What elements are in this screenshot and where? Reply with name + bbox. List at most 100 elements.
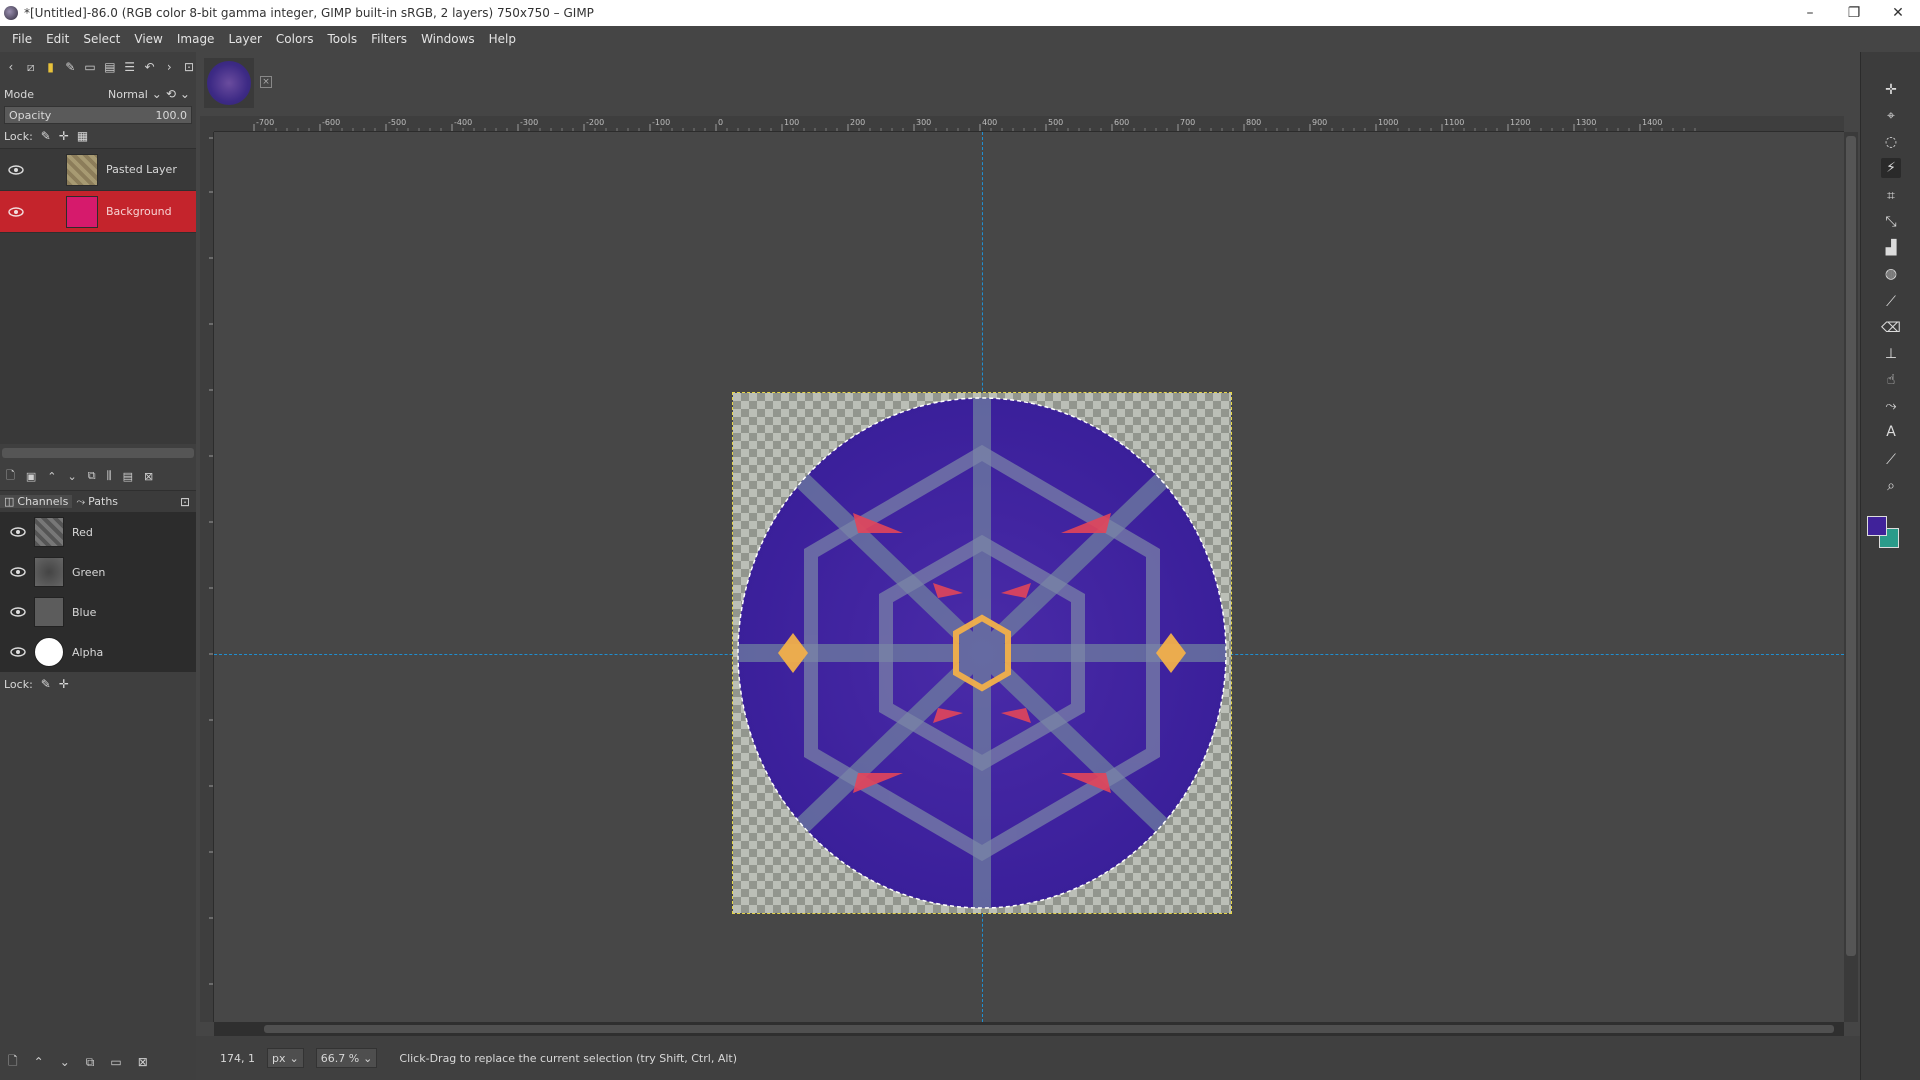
ruler-corner[interactable] [200, 116, 214, 132]
eye-icon[interactable] [8, 605, 28, 619]
text-icon[interactable]: A [1881, 422, 1901, 442]
menu-edit[interactable]: Edit [39, 32, 76, 46]
raise-layer-icon[interactable]: ⌃ [47, 470, 56, 483]
eraser-icon[interactable]: ⌫ [1881, 318, 1901, 338]
paint-tab-icon[interactable]: ✎ [63, 60, 77, 74]
patterns-tab-icon[interactable]: ▭ [83, 60, 97, 74]
channel-row-alpha[interactable]: Alpha [0, 632, 196, 672]
dock-menu-icon[interactable]: ⊡ [180, 495, 190, 509]
ruler-label: 1400 [1642, 118, 1662, 127]
mask-layer-icon[interactable]: ▤ [123, 470, 133, 483]
paintbrush-icon[interactable]: ⟋ [1881, 292, 1901, 312]
menu-layer[interactable]: Layer [221, 32, 268, 46]
channel-thumbnail [34, 597, 64, 627]
title-bar: *[Untitled]-86.0 (RGB color 8-bit gamma … [0, 0, 1920, 26]
crop-icon[interactable]: ⌗ [1881, 186, 1901, 206]
undo-history-tab-icon[interactable]: ↶ [143, 60, 157, 74]
image-layer[interactable] [732, 392, 1232, 914]
lower-layer-icon[interactable]: ⌄ [67, 470, 76, 483]
minimize-button[interactable]: – [1788, 0, 1832, 26]
color-picker-icon[interactable]: ⟋ [1881, 450, 1901, 470]
image-tab-thumbnail[interactable] [204, 58, 254, 108]
menu-help[interactable]: Help [482, 32, 523, 46]
vertical-scrollbar[interactable] [1844, 132, 1858, 1022]
align-icon[interactable]: ⌖ [1881, 106, 1901, 126]
opacity-label: Opacity [9, 108, 52, 122]
eye-icon[interactable] [8, 525, 28, 539]
delete-channel-icon[interactable]: ⊠ [138, 1055, 148, 1069]
menu-tools[interactable]: Tools [321, 32, 365, 46]
warp-icon[interactable]: ▟ [1881, 238, 1901, 258]
layer-thumbnail [66, 153, 98, 186]
duplicate-channel-icon[interactable]: ⧉ [86, 1055, 95, 1070]
eye-icon[interactable] [6, 205, 26, 219]
menu-colors[interactable]: Colors [269, 32, 321, 46]
merge-layer-icon[interactable]: ⫼ [107, 469, 112, 483]
close-button[interactable]: ✕ [1876, 0, 1920, 26]
smudge-icon[interactable]: ☝ [1881, 370, 1901, 390]
menu-select[interactable]: Select [76, 32, 127, 46]
close-icon[interactable]: × [260, 76, 272, 88]
new-group-icon[interactable]: ▣ [26, 470, 36, 483]
ruler-label: 800 [1246, 118, 1261, 127]
lock-alpha-icon[interactable]: ▦ [77, 129, 88, 143]
dock-menu-icon[interactable]: ⊡ [182, 60, 196, 74]
mode-reset-icon[interactable]: ⟲ [166, 87, 176, 101]
lower-channel-icon[interactable]: ⌄ [60, 1055, 70, 1069]
lock-pixels-icon[interactable]: ✎ [41, 677, 51, 691]
layers-scrollbar[interactable] [2, 448, 194, 458]
menu-file[interactable]: File [5, 32, 39, 46]
brushes-tab-icon[interactable]: ▮ [44, 60, 58, 74]
maximize-button[interactable]: ❐ [1832, 0, 1876, 26]
layers-tab-icon[interactable]: ☰ [123, 60, 137, 74]
vertical-ruler[interactable] [200, 132, 214, 1022]
bucket-fill-icon[interactable]: ◍ [1881, 264, 1901, 284]
delete-layer-icon[interactable]: ⊠ [144, 470, 153, 483]
lasso-icon[interactable]: ◌ [1881, 132, 1901, 152]
eye-icon[interactable] [6, 163, 26, 177]
paths-icon[interactable]: ⤳ [1881, 396, 1901, 416]
tool-options-tab-icon[interactable]: ⧄ [24, 60, 38, 74]
menu-image[interactable]: Image [170, 32, 222, 46]
channel-to-selection-icon[interactable]: ▭ [110, 1055, 121, 1069]
layer-row-background[interactable]: Background [0, 191, 196, 233]
eye-icon[interactable] [8, 645, 28, 659]
lock-position-icon[interactable]: ✛ [59, 677, 69, 691]
lock-position-icon[interactable]: ✛ [59, 129, 69, 143]
duplicate-layer-icon[interactable]: ⧉ [88, 469, 96, 483]
zoom-icon[interactable]: ⌕ [1881, 476, 1901, 496]
opacity-slider[interactable]: Opacity 100.0 [4, 106, 192, 124]
channel-row-red[interactable]: Red [0, 512, 196, 552]
fonts-tab-icon[interactable]: ▤ [103, 60, 117, 74]
horizontal-ruler[interactable]: -700 -600 -500 -400 -300 -200 -100 0 100 200 300 40… [214, 116, 1844, 132]
new-channel-icon[interactable]: 🗋 [8, 1052, 18, 1073]
image-canvas[interactable] [214, 132, 1844, 1022]
zoom-select[interactable]: 66.7 % ⌄ [315, 1048, 378, 1068]
chevron-right-icon[interactable]: › [162, 60, 176, 74]
menu-windows[interactable]: Windows [414, 32, 482, 46]
channel-row-green[interactable]: Green [0, 552, 196, 592]
tab-paths[interactable]: ⤳ Paths [72, 495, 122, 509]
channel-row-blue[interactable]: Blue [0, 592, 196, 632]
new-layer-icon[interactable]: 🗋 [6, 467, 15, 486]
layer-row-pasted[interactable]: Pasted Layer [0, 149, 196, 191]
menu-filters[interactable]: Filters [364, 32, 414, 46]
left-dock: ‹ ⧄ ▮ ✎ ▭ ▤ ☰ ↶ › ⊡ Mode Normal ⌄ ⟲ ⌄ Op… [0, 52, 196, 1080]
eye-icon[interactable] [8, 565, 28, 579]
tab-channels[interactable]: ◫ Channels [0, 495, 73, 508]
horizontal-scrollbar[interactable] [214, 1022, 1844, 1036]
transform-icon[interactable]: ⤡ [1881, 212, 1901, 232]
lock-pixels-icon[interactable]: ✎ [41, 129, 51, 143]
channel-thumbnail [34, 637, 64, 667]
ruler-label: 700 [1180, 118, 1195, 127]
chevron-left-icon[interactable]: ‹ [4, 60, 18, 74]
move-icon[interactable]: ✛ [1881, 80, 1901, 100]
unit-select[interactable]: px ⌄ [267, 1048, 304, 1068]
foreground-color-swatch[interactable] [1867, 516, 1887, 536]
gimp-window: *[Untitled]-86.0 (RGB color 8-bit gamma … [0, 0, 1920, 1080]
menu-view[interactable]: View [127, 32, 169, 46]
mode-select[interactable]: Normal ⌄ ⟲ ⌄ [108, 87, 190, 101]
fuzzy-select-icon[interactable]: ⚡ [1881, 158, 1901, 178]
clone-icon[interactable]: ⊥ [1881, 344, 1901, 364]
raise-channel-icon[interactable]: ⌃ [34, 1055, 44, 1069]
